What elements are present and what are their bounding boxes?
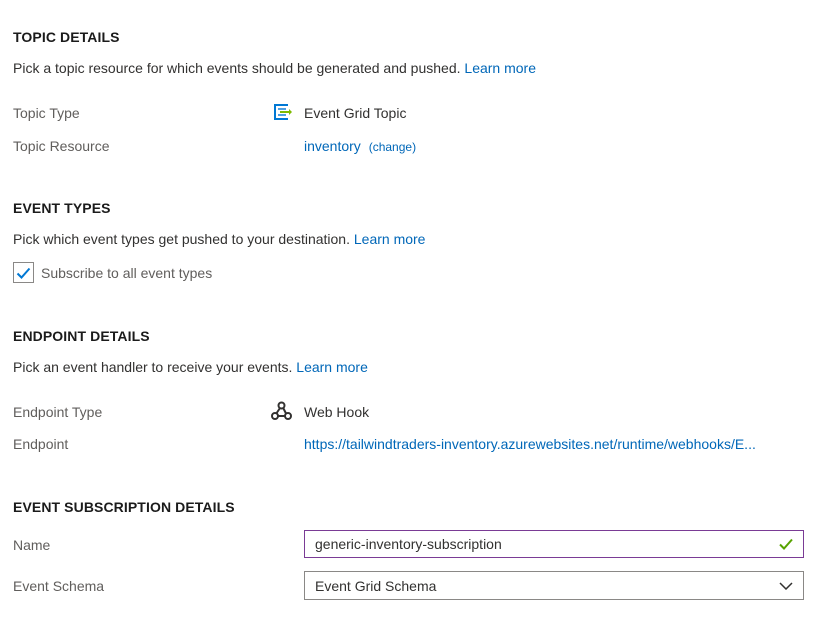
event-types-description-text: Pick which event types get pushed to you… (13, 231, 350, 247)
subscribe-all-row[interactable]: Subscribe to all event types (13, 262, 212, 283)
endpoint-description-text: Pick an event handler to receive your ev… (13, 359, 293, 375)
topic-resource-value: inventory (change) (304, 138, 416, 154)
webhook-icon (271, 401, 292, 421)
topic-details-heading: TOPIC DETAILS (13, 29, 120, 45)
topic-change-link[interactable]: (change) (369, 140, 416, 154)
event-schema-selected: Event Grid Schema (315, 577, 437, 594)
topic-resource-label: Topic Resource (13, 138, 110, 154)
event-schema-label: Event Schema (13, 578, 105, 594)
topic-description-text: Pick a topic resource for which events s… (13, 60, 461, 76)
event-types-description: Pick which event types get pushed to you… (13, 231, 425, 247)
topic-type-value: Event Grid Topic (272, 102, 406, 122)
endpoint-details-description: Pick an event handler to receive your ev… (13, 359, 368, 375)
name-input-value: generic-inventory-subscription (315, 536, 502, 552)
subscription-details-heading: EVENT SUBSCRIPTION DETAILS (13, 499, 235, 515)
valid-check-icon (779, 538, 793, 550)
endpoint-learn-more-link[interactable]: Learn more (296, 359, 368, 375)
event-grid-topic-icon (272, 102, 292, 122)
event-types-heading: EVENT TYPES (13, 200, 111, 216)
endpoint-url-link[interactable]: https://tailwindtraders-inventory.azurew… (304, 436, 756, 452)
topic-learn-more-link[interactable]: Learn more (464, 60, 536, 76)
topic-details-description: Pick a topic resource for which events s… (13, 60, 536, 76)
subscribe-all-checkbox[interactable] (13, 262, 34, 283)
endpoint-value: https://tailwindtraders-inventory.azurew… (304, 436, 804, 452)
endpoint-type-label: Endpoint Type (13, 404, 103, 420)
topic-resource-link[interactable]: inventory (304, 138, 361, 154)
checkmark-icon (16, 267, 31, 279)
chevron-down-icon (779, 581, 793, 590)
topic-type-label: Topic Type (13, 105, 80, 121)
event-types-learn-more-link[interactable]: Learn more (354, 231, 426, 247)
endpoint-details-heading: ENDPOINT DETAILS (13, 328, 150, 344)
event-schema-dropdown[interactable]: Event Grid Schema (304, 571, 804, 600)
endpoint-type-value: Web Hook (271, 401, 369, 421)
topic-type-text: Event Grid Topic (304, 105, 407, 121)
endpoint-label: Endpoint (13, 436, 69, 452)
subscribe-all-label: Subscribe to all event types (41, 264, 213, 281)
endpoint-type-text: Web Hook (304, 404, 370, 420)
name-label: Name (13, 537, 51, 553)
name-input[interactable]: generic-inventory-subscription (304, 530, 804, 558)
